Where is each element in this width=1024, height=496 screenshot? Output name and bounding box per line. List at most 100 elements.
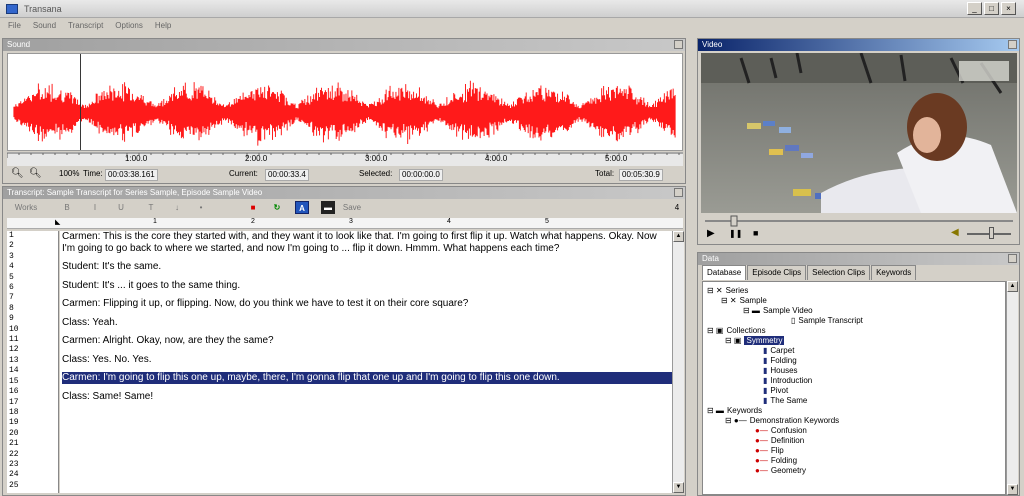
save-button[interactable]: Save: [341, 201, 363, 214]
paragraph[interactable]: Carmen: Flipping it up, or flipping. Now…: [62, 298, 672, 310]
mode-button[interactable]: Works: [9, 201, 43, 214]
tab-database[interactable]: Database: [702, 265, 747, 280]
tree-node-series[interactable]: ⊟ ✕ Series: [707, 286, 748, 296]
refresh-icon[interactable]: ↻: [271, 201, 283, 214]
paragraph[interactable]: Student: It's ... it goes to the same th…: [62, 280, 672, 292]
menu-transcript[interactable]: Transcript: [68, 19, 103, 33]
tab-episode-clips[interactable]: Episode Clips: [747, 265, 807, 280]
menu-sound[interactable]: Sound: [33, 19, 56, 33]
scroll-down-icon[interactable]: ▼: [1007, 484, 1018, 495]
sound-panel-header: Sound: [3, 39, 685, 51]
line-number: 21: [9, 439, 19, 449]
paragraph[interactable]: Class: Same! Same!: [62, 391, 672, 403]
zoom-out-icon[interactable]: 🔍︎: [29, 167, 42, 181]
menu-options[interactable]: Options: [115, 19, 143, 33]
stop-icon[interactable]: ■: [247, 201, 259, 214]
menu-file[interactable]: File: [8, 19, 21, 33]
tree-node-symmetry[interactable]: ⊟ ▣ Symmetry: [725, 336, 785, 346]
data-panel-title: Data: [702, 254, 719, 263]
database-tree: ⊟ ✕ Series ⊟ ✕ Sample ⊟ ▬ Sample Video ▯ Sam…: [702, 281, 1006, 495]
properties-icon[interactable]: ▬: [321, 201, 335, 214]
zoom-in-icon[interactable]: 🔍︎: [11, 167, 24, 181]
text-style-button-2[interactable]: ↓: [171, 201, 183, 214]
tree-node-clip[interactable]: ▮ Pivot: [763, 386, 788, 396]
window-title: Transana: [24, 4, 62, 14]
tree-node-collections[interactable]: ⊟ ▣ Collections: [707, 326, 766, 336]
clip-icon: ▮: [763, 386, 768, 395]
paragraph[interactable]: Class: Yes. No. Yes.: [62, 354, 672, 366]
keyword-icon: ●—: [755, 466, 768, 475]
line-number: 24: [9, 470, 19, 480]
tree-node-clip[interactable]: ▮ Houses: [763, 366, 798, 376]
underline-button[interactable]: U: [115, 201, 127, 214]
video-frame[interactable]: [701, 53, 1017, 213]
paragraph[interactable]: Student: It's the same.: [62, 261, 672, 273]
close-button[interactable]: ×: [1001, 2, 1016, 15]
text-style-button-3[interactable]: •: [195, 201, 207, 214]
ruler-tick-5: 5:00.0: [605, 154, 628, 163]
transcript-maximize-button[interactable]: [674, 188, 683, 197]
tree-node-clip[interactable]: ▮ Folding: [763, 356, 797, 366]
line-number: 8: [9, 303, 14, 313]
tree-node-keyword-group[interactable]: ⊟ ●— Demonstration Keywords: [725, 416, 839, 426]
paragraph[interactable]: Carmen: Alright. Okay, now, are they the…: [62, 335, 672, 347]
tab-marker-icon[interactable]: ◣: [55, 218, 60, 226]
video-maximize-button[interactable]: [1008, 40, 1017, 49]
stop-icon[interactable]: ■: [753, 228, 758, 238]
format-icon[interactable]: A: [295, 201, 309, 214]
volume-icon[interactable]: ◀︎: [951, 227, 959, 238]
total-label: Total:: [595, 169, 615, 178]
tree-node-clip[interactable]: ▮ The Same: [763, 396, 807, 406]
scroll-down-icon[interactable]: ▼: [673, 482, 684, 493]
tree-node-keyword[interactable]: ●— Flip: [755, 446, 784, 456]
transcript-text[interactable]: Carmen: This is the core they started wi…: [60, 231, 672, 493]
menu-help[interactable]: Help: [155, 19, 171, 33]
tree-node-clip[interactable]: ▮ Introduction: [763, 376, 812, 386]
time-value: 00:03:38.161: [105, 169, 158, 181]
scroll-up-icon[interactable]: ▲: [1007, 281, 1018, 292]
text-style-button-1[interactable]: T: [145, 201, 157, 214]
data-panel-header: Data: [698, 253, 1019, 265]
tab-keywords[interactable]: Keywords: [871, 265, 917, 280]
minimize-button[interactable]: _: [967, 2, 982, 15]
line-number: 1: [9, 231, 14, 240]
pause-icon[interactable]: ❚❚: [729, 229, 742, 238]
scroll-up-icon[interactable]: ▲: [673, 231, 684, 242]
keyword-group-icon: ⊟ ●—: [725, 416, 747, 425]
bold-button[interactable]: B: [61, 201, 73, 214]
volume-thumb[interactable]: [989, 227, 994, 239]
play-icon[interactable]: ▶: [707, 228, 715, 239]
line-number: 12: [9, 345, 19, 355]
tree-node-sample-video[interactable]: ⊟ ▬ Sample Video: [743, 306, 813, 316]
italic-button[interactable]: I: [89, 201, 101, 214]
tree-node-clip[interactable]: ▮ Carpet: [763, 346, 794, 356]
paragraph[interactable]: Carmen: This is the core they started wi…: [62, 231, 672, 254]
line-number: 15: [9, 376, 19, 386]
sound-panel: Sound 1:00.0 2:00.0 3:00.0 4:00.0 5:00.0…: [2, 38, 686, 184]
paragraph[interactable]: Class: Yeah.: [62, 317, 672, 329]
maximize-button[interactable]: □: [984, 2, 999, 15]
text-ruler-tick-2: 2: [251, 218, 255, 225]
waveform[interactable]: [7, 53, 683, 151]
ruler-tick-1: 1:00.0: [125, 154, 148, 163]
sound-maximize-button[interactable]: [674, 40, 683, 49]
tree-node-keywords[interactable]: ⊟ ▬ Keywords: [707, 406, 762, 416]
time-label: Time:: [83, 169, 103, 178]
tree-node-sample[interactable]: ⊟ ✕ Sample: [721, 296, 767, 306]
data-maximize-button[interactable]: [1008, 254, 1017, 263]
transcript-panel-header: Transcript: Sample Transcript for Series…: [3, 187, 685, 199]
tree-node-keyword[interactable]: ●— Geometry: [755, 466, 806, 476]
clip-icon: ▮: [763, 396, 768, 405]
transcript-scrollbar[interactable]: ▲ ▼: [672, 231, 684, 493]
tree-node-keyword[interactable]: ●— Folding: [755, 456, 797, 466]
tree-scrollbar[interactable]: ▲ ▼: [1006, 281, 1018, 495]
selected-paragraph[interactable]: Carmen: I'm going to flip this one up, m…: [62, 372, 672, 384]
line-number: 16: [9, 387, 19, 397]
selected-label: Selected:: [359, 169, 393, 178]
line-number: 10: [9, 324, 19, 334]
transcript-panel-title: Transcript: Sample Transcript for Series…: [7, 188, 263, 197]
tree-node-keyword[interactable]: ●— Confusion: [755, 426, 807, 436]
tree-node-sample-transcript[interactable]: ▯ Sample Transcript: [791, 316, 863, 326]
tree-node-keyword[interactable]: ●— Definition: [755, 436, 804, 446]
tab-selection-clips[interactable]: Selection Clips: [807, 265, 871, 280]
